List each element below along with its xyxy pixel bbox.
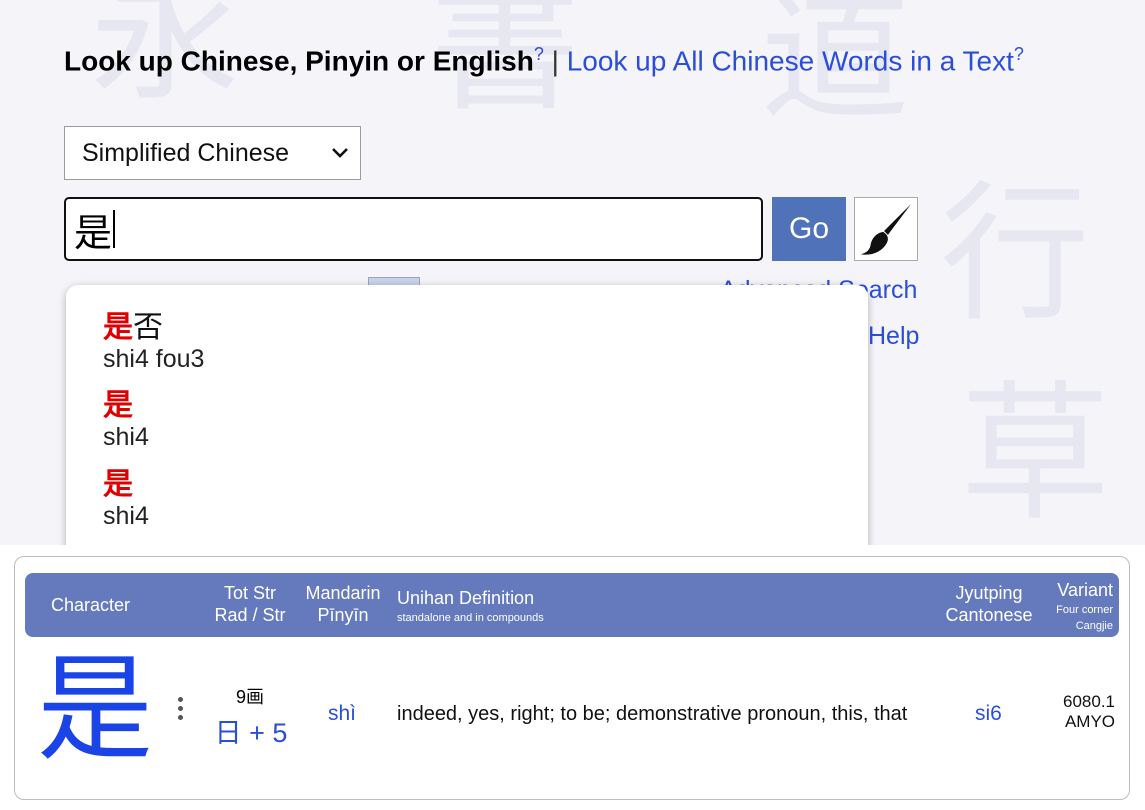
header-pinyin-label: Pīnyīn [317, 605, 369, 625]
suggestion-match: 是 [103, 467, 133, 502]
jyutping-link[interactable]: si6 [975, 702, 1002, 726]
header-tot-str: Tot Str Rad / Str [213, 582, 287, 626]
variant-codes: 6080.1 AMYO [1045, 692, 1115, 732]
header-unihan: Unihan Definition standalone and in comp… [397, 587, 544, 624]
header-cantonese-label: Cantonese [945, 605, 1033, 625]
header-jyutping: Jyutping Cantonese [939, 582, 1039, 626]
chevron-down-icon [332, 148, 348, 158]
lookup-all-words-link[interactable]: Look up All Chinese Words in a Text [567, 45, 1014, 76]
header-mandarin: Mandarin Pīnyīn [301, 582, 385, 626]
search-input[interactable]: 是 [64, 197, 763, 261]
header-character: Character [51, 595, 131, 615]
handwriting-button[interactable] [854, 197, 918, 261]
cangjie-code: AMYO [1064, 712, 1115, 731]
background-calligraphy: 行 [940, 168, 1091, 342]
all-words-help-link[interactable]: ? [1014, 44, 1024, 64]
suggestion-pinyin: shi4 [103, 502, 149, 530]
pinyin-link[interactable]: shì [328, 702, 356, 726]
background-calligraphy: 草 [960, 368, 1111, 542]
more-options-icon[interactable] [175, 697, 185, 731]
script-select-value: Simplified Chinese [82, 138, 290, 167]
four-corner-code: 6080.1 [1063, 692, 1115, 711]
search-query: 是 [74, 210, 113, 255]
lookup-help-link[interactable]: ? [534, 44, 544, 64]
suggestion-pinyin: shi4 [103, 423, 149, 451]
header-cangjie-label: Cangjie [1075, 620, 1113, 632]
suggestion-item[interactable]: 是 shi4 [103, 467, 149, 531]
go-button[interactable]: Go [772, 197, 846, 261]
search-panel: 永 書 道 行 草 Look up Chinese, Pinyin or Eng… [0, 0, 1145, 545]
text-caret [113, 210, 116, 248]
result-character[interactable]: 是 [37, 645, 153, 775]
suggestion-item[interactable]: 是 shi4 [103, 388, 149, 452]
page-heading: Look up Chinese, Pinyin or English? | Lo… [64, 44, 1024, 77]
heading-separator: | [551, 45, 559, 77]
header-mandarin-label: Mandarin [305, 583, 381, 603]
lookup-title: Look up Chinese, Pinyin or English [64, 45, 534, 77]
character-result-panel: Character Tot Str Rad / Str Mandarin Pīn… [14, 556, 1130, 800]
header-unihan-sublabel: standalone and in compounds [397, 612, 544, 624]
total-strokes: 9画 [235, 687, 264, 707]
definition-text: indeed, yes, right; to be; demonstrative… [397, 703, 908, 725]
brush-icon [860, 203, 912, 255]
header-variant-label: Variant [1057, 580, 1113, 600]
suggestion-match: 是 [103, 388, 133, 423]
autocomplete-dropdown: 是否 shi4 fou3 是 shi4 是 shi4 [66, 285, 868, 545]
header-unihan-label: Unihan Definition [397, 588, 535, 608]
suggestion-pinyin: shi4 fou3 [103, 345, 205, 373]
header-jyutping-label: Jyutping [955, 583, 1023, 603]
header-rad-str-label: Rad / Str [214, 605, 286, 625]
radical-link[interactable]: 日 + 5 [211, 711, 291, 750]
result-table-header: Character Tot Str Rad / Str Mandarin Pīn… [25, 573, 1119, 637]
header-variant: Variant Four corner Cangjie [1043, 579, 1113, 633]
suggestion-rest: 否 [133, 310, 163, 345]
suggestion-item[interactable]: 是否 shi4 fou3 [103, 310, 205, 374]
help-link[interactable]: Help [868, 322, 919, 351]
script-select[interactable]: Simplified Chinese [64, 126, 361, 180]
suggestion-match: 是 [103, 310, 133, 345]
header-four-corner-label: Four corner [1056, 604, 1113, 616]
header-tot-str-label: Tot Str [223, 583, 276, 603]
